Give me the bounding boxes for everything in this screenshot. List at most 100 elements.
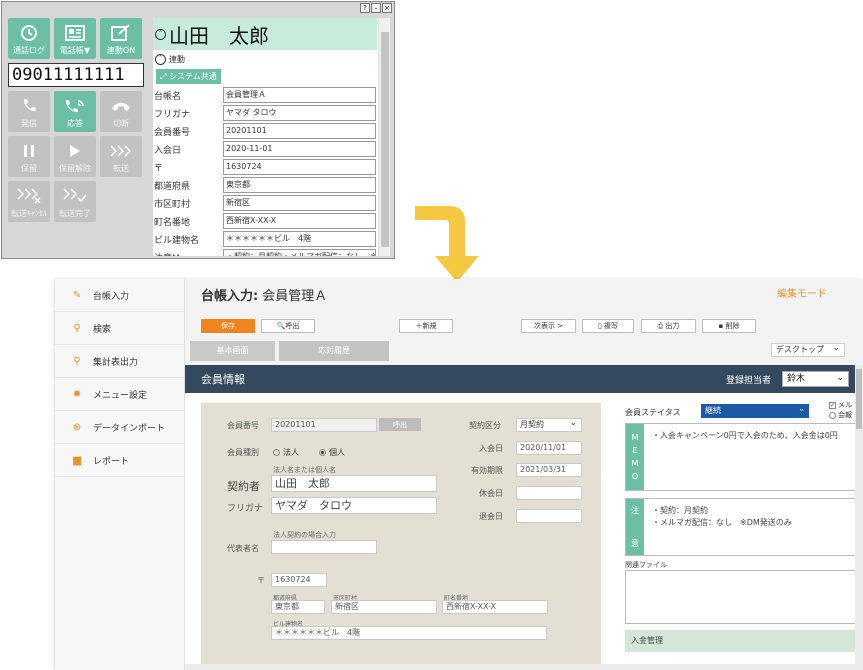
device-select[interactable]: デスクトップ <box>771 342 845 357</box>
tab-basic[interactable]: 基本画面 <box>190 341 275 361</box>
transfer-cancel-icon <box>8 187 50 205</box>
tab-history[interactable]: 応対履歴 <box>279 341 389 361</box>
link-on-label: 連動ON <box>106 46 136 55</box>
transfer-done-button[interactable]: 転送完了 <box>54 181 96 222</box>
type-radio-personal[interactable]: 個人 <box>319 447 345 458</box>
sidebar-item-label: 検索 <box>93 324 112 335</box>
transfer-button[interactable]: 転送 <box>100 136 142 177</box>
caller-field-value[interactable]: 20201101 <box>223 123 376 139</box>
memo-tag-letter: O <box>631 472 639 481</box>
caller-field-value[interactable]: 1630724 <box>223 159 376 175</box>
related-files-box[interactable] <box>625 570 857 624</box>
status-label: 会員ステイタス <box>625 408 681 417</box>
caller-field-key: 都道府県 <box>154 181 191 192</box>
dial-label: 発信 <box>21 119 37 128</box>
memo-box[interactable]: M E M O ・入会キャンペーン0円で入会のため、入会金は0円 <box>625 423 857 491</box>
minimize-button[interactable]: – <box>371 3 381 13</box>
call-log-button[interactable]: 通話ログ <box>8 18 50 59</box>
note-text: ・契約：月契約 ・メルマガ配信：なし ※DM発送のみ <box>652 505 792 529</box>
radio-icon <box>829 411 836 419</box>
caller-field-value[interactable]: 2020-11-01 <box>223 141 376 157</box>
answer-label: 応答 <box>67 119 83 128</box>
answer-icon <box>54 97 96 115</box>
edit-mode-link[interactable]: 編集モード <box>777 285 827 300</box>
leave-field[interactable] <box>516 509 582 523</box>
city-field[interactable]: 新宿区 <box>331 600 437 614</box>
horizontal-scrollbar[interactable] <box>185 664 855 670</box>
sidebar-item-data-import[interactable]: ⊕ データインポート <box>55 411 184 444</box>
delete-button[interactable]: ▪ 削除 <box>702 319 756 333</box>
sidebar-item-search[interactable]: ⚲ 検索 <box>55 312 184 345</box>
mail-checkbox[interactable]: ✓ メル <box>829 400 852 410</box>
pref-field[interactable]: 東京都 <box>271 600 325 614</box>
document-icon: ▆ <box>73 454 81 466</box>
expire-field[interactable]: 2021/03/31 <box>516 463 582 477</box>
hold-label: 保留 <box>21 164 37 173</box>
system-share-tag[interactable]: ⤢ システム共通 <box>156 69 221 84</box>
copy-button[interactable]: ▯ 複写 <box>582 319 634 333</box>
print-button[interactable]: ⎙ 出力 <box>641 319 696 333</box>
toolbar: 保存 🔍呼出 ＋新規 次表示 > ▯ 複写 ⎙ 出力 ▪ 削除 <box>201 319 801 333</box>
hold-button[interactable]: 保留 <box>8 136 50 177</box>
renku-toggle[interactable]: ˆ 連動 <box>155 54 390 65</box>
transfer-cancel-button[interactable]: 転送ｷｬﾝｾﾙ <box>8 181 50 222</box>
caller-field-value[interactable]: 新宿区 <box>223 195 376 211</box>
street-field[interactable]: 西新宿X-XX-X <box>442 600 548 614</box>
caller-field-value[interactable]: ＊＊＊＊＊＊ビル 4階 <box>223 231 376 247</box>
caller-field-value[interactable]: ヤマダ タロウ <box>223 105 376 121</box>
type-radio-corp[interactable]: 法人 <box>273 447 299 458</box>
link-on-button[interactable]: 連動ON <box>100 18 142 59</box>
kana-field[interactable]: ヤマダ タロウ <box>271 497 437 514</box>
sidebar-item-menu-settings[interactable]: ✹ メニュー設定 <box>55 378 184 411</box>
right-panel: 会員ステイタス 継続 ✓メル 会報 M E M O ・入会キャンペーン0円で入会… <box>625 400 857 670</box>
note-box[interactable]: 注 意 ・契約：月契約 ・メルマガ配信：なし ※DM発送のみ <box>625 498 857 556</box>
phonebook-button[interactable]: 電話帳▼ <box>54 18 96 59</box>
sidebar-item-summary-output[interactable]: ⚲ 集計表出力 <box>55 345 184 378</box>
close-button[interactable]: × <box>382 3 392 13</box>
bulletin-radio[interactable]: 会報 <box>829 410 852 420</box>
unhold-button[interactable]: 保留解除 <box>54 136 96 177</box>
phone-icon <box>8 97 50 115</box>
status-select[interactable]: 継続 <box>701 402 809 418</box>
caller-field-row: ビル建物名 ＊＊＊＊＊＊ビル 4階 <box>153 230 390 248</box>
scrollbar-thumb[interactable] <box>381 32 389 247</box>
sidebar-item-ledger-input[interactable]: ✎ 台帳入力 <box>55 279 184 312</box>
next-button[interactable]: 次表示 > <box>521 319 576 333</box>
join-date-field[interactable]: 2020/11/01 <box>516 441 582 455</box>
building-field[interactable]: ＊＊＊＊＊＊ビル 4階 <box>271 626 547 640</box>
help-button[interactable]: ? <box>360 3 370 13</box>
note-line: ・契約：月契約 <box>652 506 708 515</box>
caller-field-list: 台帳名 会員管理Ａ フリガナ ヤマダ タロウ 会員番号 20201101 入会日 2020-1… <box>153 86 390 256</box>
new-button[interactable]: ＋新規 <box>399 319 453 333</box>
caller-field-value[interactable]: ・契約：月契約・メルマガ配信：なし ※DM <box>223 249 376 256</box>
caller-field-value[interactable]: 西新宿X-XX-X <box>223 213 376 229</box>
contract-select[interactable]: 月契約 <box>516 417 582 432</box>
hangup-button[interactable]: 切断 <box>100 91 142 132</box>
payment-section-header[interactable]: 入金管理 <box>625 630 857 652</box>
call-button[interactable]: 🔍呼出 <box>261 319 315 333</box>
staff-select[interactable]: 鈴木 <box>782 371 849 387</box>
dial-button[interactable]: 発信 <box>8 91 50 132</box>
phone-number-field[interactable]: 09011111111 <box>8 63 144 87</box>
scrollbar[interactable] <box>378 18 390 256</box>
phonebook-label: 電話帳▼ <box>59 46 91 55</box>
answer-button[interactable]: 応答 <box>54 91 96 132</box>
join-date-label: 入会日 <box>479 444 503 453</box>
save-button[interactable]: 保存 <box>201 319 255 333</box>
contractor-field[interactable]: 山田 太郎 <box>271 475 437 492</box>
pause-field[interactable] <box>516 486 582 500</box>
memo-tag-letter: E <box>632 446 638 455</box>
note-tag: 注 意 <box>626 499 644 555</box>
lookup-button[interactable]: 呼出 <box>379 418 421 431</box>
sidebar-item-report[interactable]: ▆ レポート <box>55 444 184 477</box>
collapse-icon[interactable]: ˆ <box>155 28 166 40</box>
rep-field[interactable] <box>271 540 377 554</box>
sidebar-item-label: 台帳入力 <box>93 291 130 302</box>
caller-field-key: 市区町村 <box>154 199 191 210</box>
zip-field[interactable]: 1630724 <box>271 573 327 587</box>
scrollbar-thumb[interactable] <box>856 369 862 429</box>
vertical-scrollbar[interactable] <box>855 365 863 670</box>
member-no-field[interactable]: 20201101 <box>271 418 377 432</box>
caller-field-value[interactable]: 東京都 <box>223 177 376 193</box>
caller-field-value[interactable]: 会員管理Ａ <box>223 87 376 103</box>
